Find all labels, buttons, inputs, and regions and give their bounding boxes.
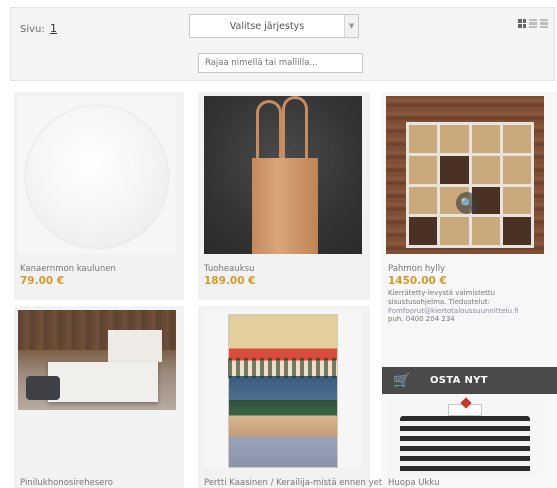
description-text: Kierrätetty-levystä valmistettu sisustus… — [388, 289, 496, 306]
product-card[interactable]: Pinilukhonosirehesero — [14, 306, 184, 488]
product-name[interactable]: Pertti Kaasinen / Kerailija-mistä ennen … — [204, 478, 391, 488]
detail-view-icon[interactable] — [540, 19, 548, 28]
product-name[interactable]: Huopa Ukku — [388, 478, 439, 488]
product-price: 189.00 € — [204, 275, 256, 287]
product-name[interactable]: Kanaernmon kaulunen — [20, 264, 116, 274]
product-image[interactable]: 🔍 — [386, 96, 544, 254]
chevron-down-icon[interactable]: ▼ — [344, 15, 358, 37]
product-card[interactable]: Tuoheauksu 189.00 € — [198, 92, 370, 300]
list-view-icon[interactable] — [529, 19, 537, 28]
product-image[interactable] — [18, 310, 176, 410]
buy-now-label: OSTA NYT — [430, 375, 488, 386]
product-image[interactable] — [18, 96, 176, 254]
product-toolbar: Sivu: 1 Valitse järjestys ▼ — [10, 7, 555, 81]
buy-now-button[interactable]: 🛒 OSTA NYT — [382, 367, 557, 394]
sort-select[interactable]: Valitse järjestys ▼ — [189, 14, 359, 38]
page-label: Sivu: — [20, 24, 45, 35]
filter-input[interactable] — [198, 53, 363, 73]
contact-link[interactable]: Fomfoorut@kiertotaloussuunnittelu.fi — [388, 307, 548, 316]
product-image[interactable] — [204, 96, 362, 254]
product-price: 1450.00 € — [388, 275, 447, 287]
cart-icon: 🛒 — [393, 372, 411, 389]
product-card-hovered[interactable]: 🔍 Pahmon hylly 1450.00 € Kierrätetty-lev… — [382, 92, 557, 394]
product-name[interactable]: Pinilukhonosirehesero — [20, 478, 113, 488]
product-card[interactable]: Kanaernmon kaulunen 79.00 € — [14, 92, 184, 300]
product-name[interactable]: Tuoheauksu — [204, 264, 254, 274]
page-number-link[interactable]: 1 — [50, 22, 57, 35]
grid-view-icon[interactable] — [518, 19, 526, 28]
phone-text: puh. 0400 204 234 — [388, 315, 455, 324]
product-image[interactable] — [204, 310, 362, 468]
product-name[interactable]: Pahmon hylly — [388, 264, 445, 274]
product-card[interactable]: Huopa Ukku — [382, 394, 557, 488]
view-mode-switcher — [518, 19, 548, 28]
product-image[interactable] — [386, 394, 544, 476]
pager: Sivu: 1 — [20, 22, 57, 35]
product-price: 79.00 € — [20, 275, 65, 287]
product-card[interactable]: Pertti Kaasinen / Kerailija-mistä ennen … — [198, 306, 391, 488]
product-description: Kierrätetty-levystä valmistettu sisustus… — [388, 289, 548, 324]
zoom-icon[interactable]: 🔍 — [456, 192, 478, 214]
sort-select-value: Valitse järjestys — [229, 20, 305, 32]
